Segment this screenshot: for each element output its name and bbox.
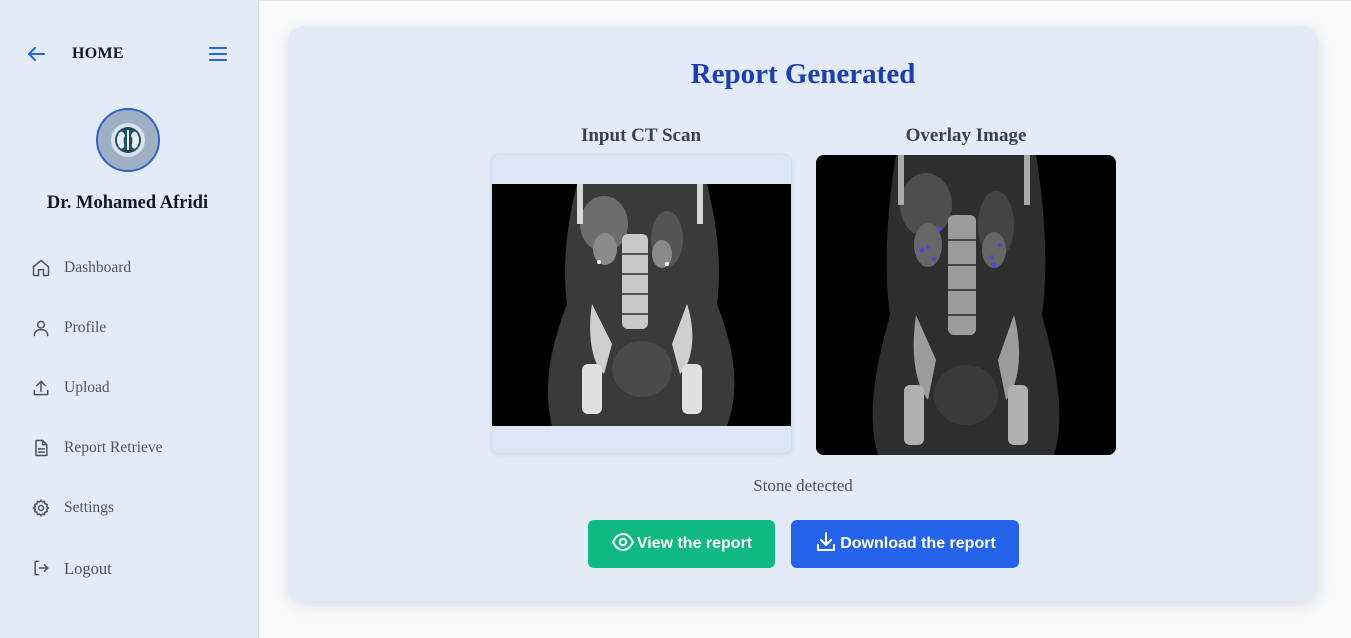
gear-icon bbox=[31, 498, 51, 518]
input-ct-scan-image bbox=[492, 184, 791, 426]
overlay-image bbox=[816, 155, 1116, 455]
sidebar-item-profile[interactable]: Profile bbox=[0, 308, 259, 348]
upload-icon bbox=[31, 378, 51, 398]
view-report-label: View the report bbox=[636, 535, 753, 552]
sidebar-item-label: Profile bbox=[64, 319, 107, 336]
sidebar-header: HOME bbox=[0, 40, 259, 68]
detection-status: Stone detected bbox=[753, 476, 853, 495]
sidebar-item-label: Upload bbox=[64, 379, 110, 396]
home-icon bbox=[31, 258, 51, 278]
kidney-logo-icon bbox=[98, 110, 158, 170]
download-report-label: Download the report bbox=[840, 535, 996, 552]
report-card: Report Generated Input CT Scan Overlay I… bbox=[288, 26, 1318, 601]
top-divider bbox=[259, 0, 1351, 1]
sidebar-item-label: Dashboard bbox=[64, 259, 132, 276]
home-label: HOME bbox=[72, 45, 124, 62]
overlay-image-label: Overlay Image bbox=[905, 125, 1027, 146]
hamburger-menu-icon[interactable] bbox=[206, 42, 230, 66]
page-title: Report Generated bbox=[690, 58, 916, 90]
sidebar-item-dashboard[interactable]: Dashboard bbox=[0, 248, 259, 288]
logout-icon bbox=[31, 558, 51, 578]
eye-icon bbox=[611, 530, 635, 559]
doctor-name: Dr. Mohamed Afridi bbox=[46, 193, 209, 213]
sidebar-item-upload[interactable]: Upload bbox=[0, 368, 259, 408]
download-report-button[interactable]: Download the report bbox=[791, 520, 1019, 568]
avatar bbox=[96, 108, 160, 172]
app-root: HOME Dr. Mohamed Afridi Dashboard Profil… bbox=[0, 0, 1351, 638]
user-icon bbox=[31, 318, 51, 338]
input-scan-label: Input CT Scan bbox=[580, 125, 702, 146]
back-arrow-icon[interactable] bbox=[24, 42, 48, 66]
sidebar-item-settings[interactable]: Settings bbox=[0, 488, 259, 528]
sidebar-item-logout[interactable]: Logout bbox=[0, 548, 259, 588]
input-ct-scan-frame bbox=[491, 154, 792, 454]
download-icon bbox=[814, 530, 838, 559]
document-icon bbox=[31, 438, 51, 458]
sidebar-item-label: Settings bbox=[64, 499, 114, 516]
sidebar-item-report-retrieve[interactable]: Report Retrieve bbox=[0, 428, 259, 468]
view-report-button[interactable]: View the report bbox=[588, 520, 775, 568]
sidebar-item-label: Report Retrieve bbox=[64, 439, 163, 456]
sidebar: HOME Dr. Mohamed Afridi Dashboard Profil… bbox=[0, 0, 259, 638]
sidebar-item-label: Logout bbox=[64, 559, 112, 578]
